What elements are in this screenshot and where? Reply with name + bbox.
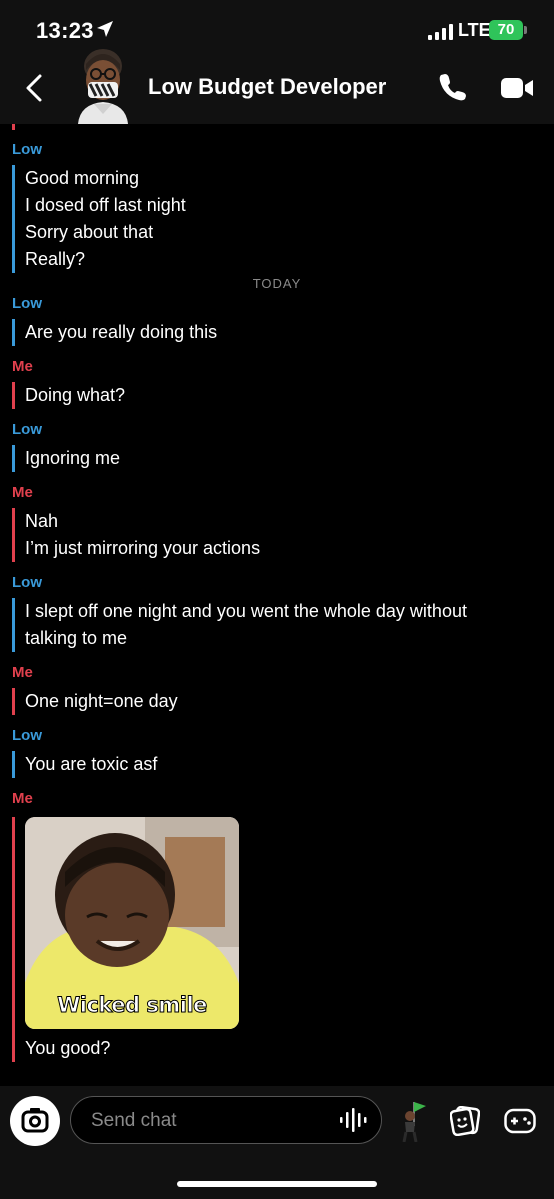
message-group: Low You are toxic asf: [12, 727, 542, 778]
home-indicator[interactable]: [177, 1181, 377, 1187]
battery-indicator: 70: [489, 20, 523, 40]
sender-label: Me: [12, 484, 33, 501]
chat-text-input[interactable]: [89, 1097, 323, 1145]
chat-thread[interactable]: Low Good morning I dosed off last night …: [0, 124, 554, 1086]
chat-message[interactable]: I slept off one night and you went the w…: [25, 598, 542, 625]
message-group: Low I slept off one night and you went t…: [12, 574, 542, 652]
chat-message[interactable]: One night=one day: [25, 688, 542, 715]
contact-name[interactable]: Low Budget Developer: [148, 74, 386, 100]
cell-signal-icon: [428, 24, 453, 40]
chat-message[interactable]: Doing what?: [25, 382, 542, 409]
composer-bar: [0, 1086, 554, 1199]
chat-message[interactable]: I dosed off last night: [25, 192, 542, 219]
chat-header: Low Budget Developer: [0, 49, 554, 125]
sender-label: Me: [12, 358, 33, 375]
message-block: Nah I’m just mirroring your actions: [12, 508, 542, 562]
video-call-icon[interactable]: [500, 76, 534, 100]
back-chevron-icon[interactable]: [22, 72, 46, 104]
chat-message[interactable]: You are toxic asf: [25, 751, 542, 778]
meme-caption: Wicked smile: [57, 993, 208, 1018]
sender-label: Low: [12, 421, 42, 438]
chat-message[interactable]: Ignoring me: [25, 445, 542, 472]
date-divider: TODAY: [252, 276, 302, 291]
message-group: Low Ignoring me: [12, 421, 542, 472]
message-block: Ignoring me: [12, 445, 542, 472]
chat-message[interactable]: Really?: [25, 246, 542, 273]
message-block: Good morning I dosed off last night Sorr…: [12, 165, 542, 273]
message-group: Me Nah I’m just mirroring your actions: [12, 484, 542, 562]
message-block: Doing what?: [12, 382, 542, 409]
phone-call-icon[interactable]: [438, 72, 468, 102]
sender-label: Low: [12, 295, 42, 312]
message-block: Are you really doing this: [12, 319, 542, 346]
chat-message[interactable]: Nah: [25, 508, 542, 535]
sender-label: Low: [12, 727, 42, 744]
status-time: 13:23: [36, 18, 94, 43]
previous-message-bar: [12, 124, 15, 130]
sender-label: Low: [12, 141, 42, 158]
network-type: LTE: [458, 20, 491, 40]
message-group: Me One night=one day: [12, 664, 542, 715]
sender-label: Low: [12, 574, 42, 591]
bitmoji-flag-icon[interactable]: [394, 1100, 426, 1142]
message-block: Wicked smile You good?: [12, 817, 542, 1062]
sender-label: Me: [12, 790, 33, 807]
chat-message[interactable]: I’m just mirroring your actions: [25, 535, 542, 562]
message-block: One night=one day: [12, 688, 542, 715]
bitmoji-avatar[interactable]: [72, 42, 134, 124]
game-controller-icon[interactable]: [504, 1108, 536, 1134]
camera-button[interactable]: [10, 1096, 60, 1146]
chat-message[interactable]: Sorry about that: [25, 219, 542, 246]
message-group: Me Wicked smile You good?: [12, 790, 542, 1062]
chat-message[interactable]: Are you really doing this: [25, 319, 542, 346]
battery-level: 70: [497, 21, 515, 38]
camera-icon: [21, 1108, 49, 1133]
sticker-icon[interactable]: [450, 1106, 480, 1136]
message-block: I slept off one night and you went the w…: [12, 598, 542, 652]
voice-note-icon[interactable]: [339, 1108, 369, 1132]
message-block: You are toxic asf: [12, 751, 542, 778]
chat-message[interactable]: Good morning: [25, 165, 542, 192]
send-chat-field[interactable]: [70, 1096, 382, 1145]
meme-image[interactable]: Wicked smile: [25, 817, 239, 1029]
location-arrow-icon: [97, 21, 113, 37]
sender-label: Me: [12, 664, 33, 681]
chat-message[interactable]: You good?: [25, 1035, 542, 1062]
message-group: Low Good morning I dosed off last night …: [12, 141, 542, 273]
message-group: Low Are you really doing this: [12, 295, 542, 346]
message-group: Me Doing what?: [12, 358, 542, 409]
battery-cap: [524, 26, 527, 34]
chat-message[interactable]: talking to me: [25, 625, 542, 652]
